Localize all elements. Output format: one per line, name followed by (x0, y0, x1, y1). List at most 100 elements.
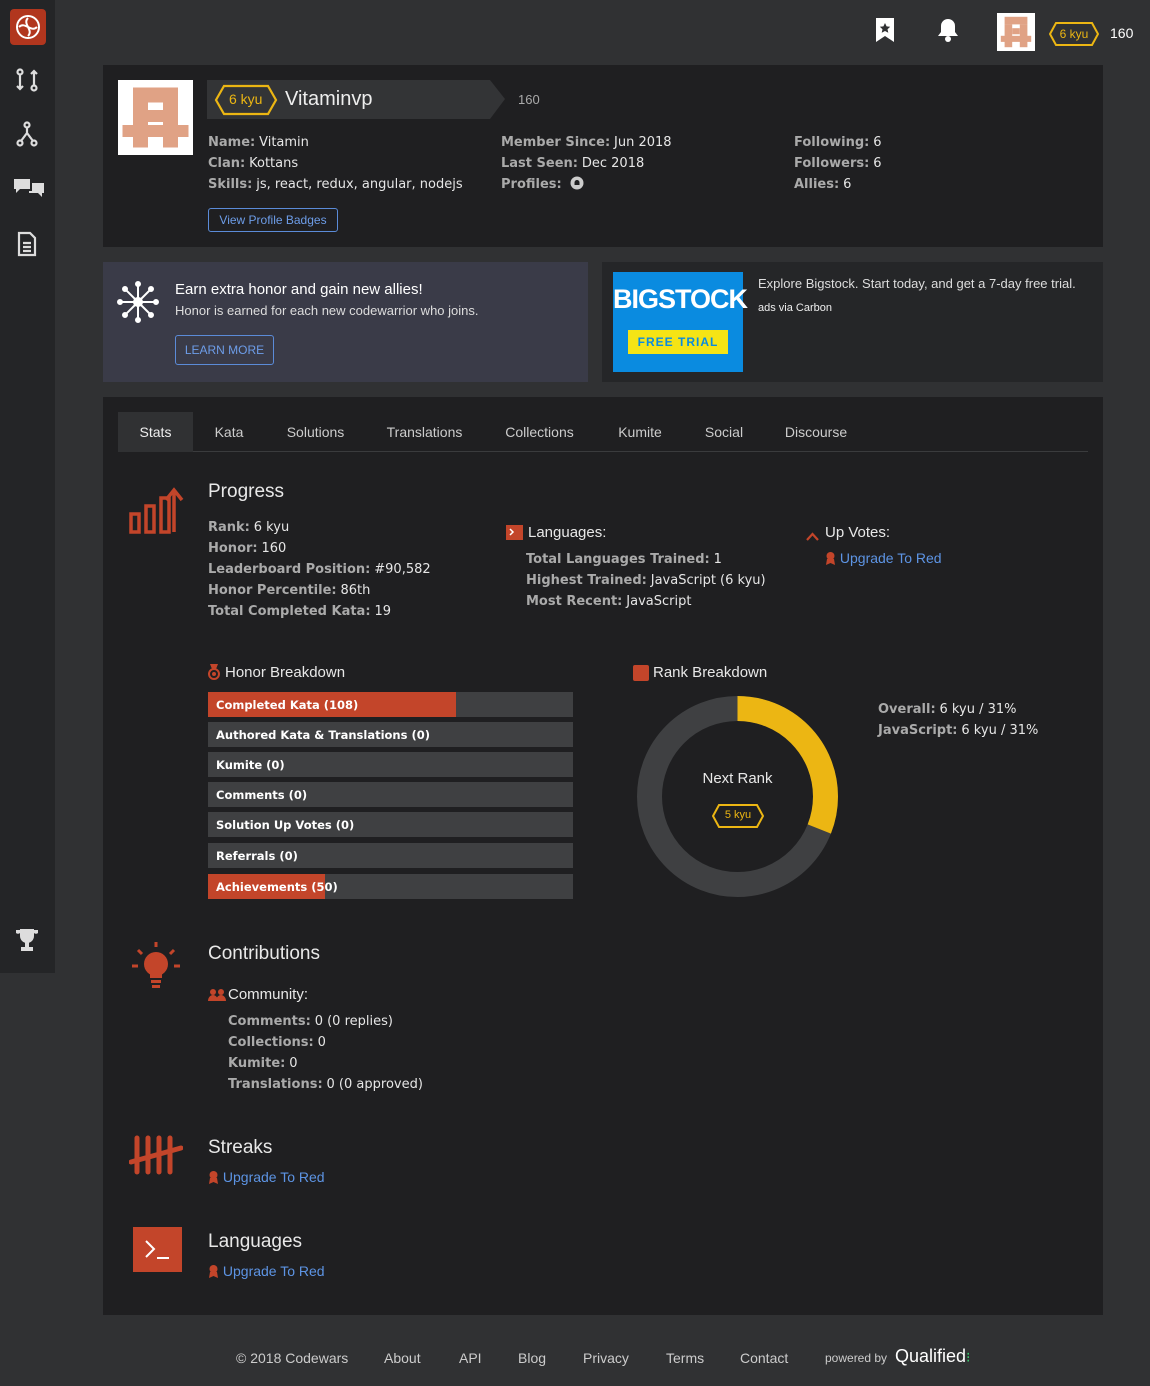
rank-donut-chart: Next Rank 5 kyu (637, 696, 838, 897)
honor-bar-label: Authored Kata & Translations (0) (216, 728, 430, 742)
honor-value: 160 (261, 541, 287, 556)
codewars-logo[interactable] (10, 9, 46, 45)
rank-label: Rank: (208, 520, 250, 535)
terminal-large-icon (133, 1227, 182, 1272)
streaks-upgrade-row[interactable]: Upgrade To Red (208, 1169, 325, 1185)
overall-label: Overall: (878, 702, 936, 717)
next-rank-text: 5 kyu (724, 809, 752, 821)
footer-privacy-link[interactable]: Privacy (583, 1350, 629, 1366)
honor-bar-label: Comments (0) (216, 788, 308, 802)
collections-value: 0 (317, 1035, 326, 1050)
honor-bar: Referrals (0) (208, 843, 573, 868)
footer-terms-link[interactable]: Terms (666, 1350, 704, 1366)
bigstock-logo: BIGSTOCK (613, 284, 748, 314)
upvotes-upgrade-link[interactable]: Upgrade To Red (840, 550, 942, 566)
profile-avatar (118, 80, 193, 155)
followers-value: 6 (873, 156, 882, 171)
comments-label: Comments: (228, 1014, 311, 1029)
community-heading: Community: (228, 986, 309, 1003)
rank-badge: 6 kyu (1049, 22, 1099, 46)
ads-via-carbon[interactable]: ads via Carbon (758, 302, 832, 314)
last-seen-label: Last Seen: (501, 156, 578, 171)
following-value: 6 (873, 135, 882, 150)
footer-about-link[interactable]: About (384, 1350, 421, 1366)
upvotes-upgrade-row[interactable]: Upgrade To Red (825, 550, 942, 566)
next-rank-label: Next Rank (702, 770, 773, 787)
fork-icon[interactable] (13, 120, 41, 148)
tab-social[interactable]: Social (696, 412, 752, 452)
last-seen-value: Dec 2018 (581, 156, 645, 171)
honor-bar-label: Completed Kata (108) (216, 698, 359, 712)
username: Vitaminvp (285, 88, 373, 110)
view-profile-badges-button[interactable]: View Profile Badges (208, 208, 338, 232)
tab-kata[interactable]: Kata (204, 412, 254, 452)
qualified-brand: Qualified (895, 1346, 967, 1366)
allies-value: 6 (843, 177, 852, 192)
tab-discourse[interactable]: Discourse (776, 412, 856, 452)
completed-value: 19 (374, 604, 391, 619)
powered-by-label: powered by (825, 1351, 888, 1365)
github-icon[interactable] (570, 176, 584, 190)
total-languages-label: Total Languages Trained: (526, 552, 710, 567)
ad-text[interactable]: Explore Bigstock. Start today, and get a… (758, 276, 1076, 291)
learn-more-button[interactable]: LEARN MORE (175, 335, 274, 365)
footer-api-link[interactable]: API (459, 1350, 482, 1366)
tab-collections[interactable]: Collections (495, 412, 584, 452)
tab-stats[interactable]: Stats (118, 412, 193, 452)
languages-heading: Languages: (528, 524, 607, 541)
bookmark-icon[interactable] (874, 17, 896, 46)
honor-bar: Authored Kata & Translations (0) (208, 722, 573, 747)
javascript-rank-label: JavaScript: (878, 723, 958, 738)
bigstock-ad-image[interactable]: BIGSTOCK FREE TRIAL (613, 272, 748, 372)
languages-title: Languages (208, 1231, 303, 1252)
javascript-rank-value: 6 kyu / 31% (961, 723, 1039, 738)
footer-blog-link[interactable]: Blog (518, 1350, 546, 1366)
qualified-logo[interactable]: Qualified⁝ (895, 1346, 971, 1367)
tally-icon (128, 1134, 184, 1179)
tab-translations[interactable]: Translations (378, 412, 471, 452)
collections-label: Collections: (228, 1035, 314, 1050)
profile-rank-text: 6 kyu (229, 91, 263, 107)
network-icon (116, 280, 160, 327)
honor-label: Honor: (208, 541, 258, 556)
streaks-title: Streaks (208, 1137, 273, 1158)
docs-icon[interactable] (13, 230, 41, 258)
sidebar (0, 0, 55, 973)
most-recent-value: JavaScript (626, 594, 692, 609)
tab-solutions[interactable]: Solutions (277, 412, 354, 452)
practice-icon[interactable] (13, 66, 41, 94)
free-trial-badge: FREE TRIAL (628, 330, 728, 354)
contributions-title: Contributions (208, 943, 320, 964)
ribbon-icon (209, 1171, 218, 1184)
rank-value: 6 kyu (253, 520, 290, 535)
progress-chart-icon (128, 486, 184, 539)
honor-bar: Kumite (0) (208, 752, 573, 777)
chat-icon[interactable] (13, 174, 44, 202)
trophy-icon[interactable] (13, 926, 41, 954)
footer-contact-link[interactable]: Contact (740, 1350, 788, 1366)
highest-trained-value: JavaScript (6 kyu) (650, 573, 766, 588)
honor-bar: Achievements (50) (208, 874, 573, 899)
streaks-upgrade-link[interactable]: Upgrade To Red (223, 1169, 325, 1185)
most-recent-label: Most Recent: (526, 594, 623, 609)
honor-bar-label: Achievements (50) (216, 880, 338, 894)
user-avatar-small[interactable] (997, 13, 1035, 51)
languages-upgrade-row[interactable]: Upgrade To Red (208, 1263, 325, 1279)
qualified-dots-icon: ⁝ (966, 1349, 971, 1365)
medal-icon (208, 664, 220, 683)
honor-bar-label: Solution Up Votes (0) (216, 818, 355, 832)
name-label: Name: (208, 135, 256, 150)
honor-score: 160 (1110, 25, 1134, 41)
next-rank-badge: 5 kyu (712, 804, 764, 828)
member-since-label: Member Since: (501, 135, 611, 150)
rank-breakdown-icon (633, 665, 649, 681)
notification-bell-icon[interactable] (936, 17, 960, 46)
upvotes-heading: Up Votes: (825, 524, 891, 541)
username-banner: 6 kyu Vitaminvp (207, 80, 505, 119)
leaderboard-value: #90,582 (374, 562, 431, 577)
languages-upgrade-link[interactable]: Upgrade To Red (223, 1263, 325, 1279)
completed-label: Total Completed Kata: (208, 604, 371, 619)
tab-kumite[interactable]: Kumite (608, 412, 672, 452)
ribbon-icon (209, 1265, 218, 1278)
progress-title: Progress (208, 481, 285, 502)
